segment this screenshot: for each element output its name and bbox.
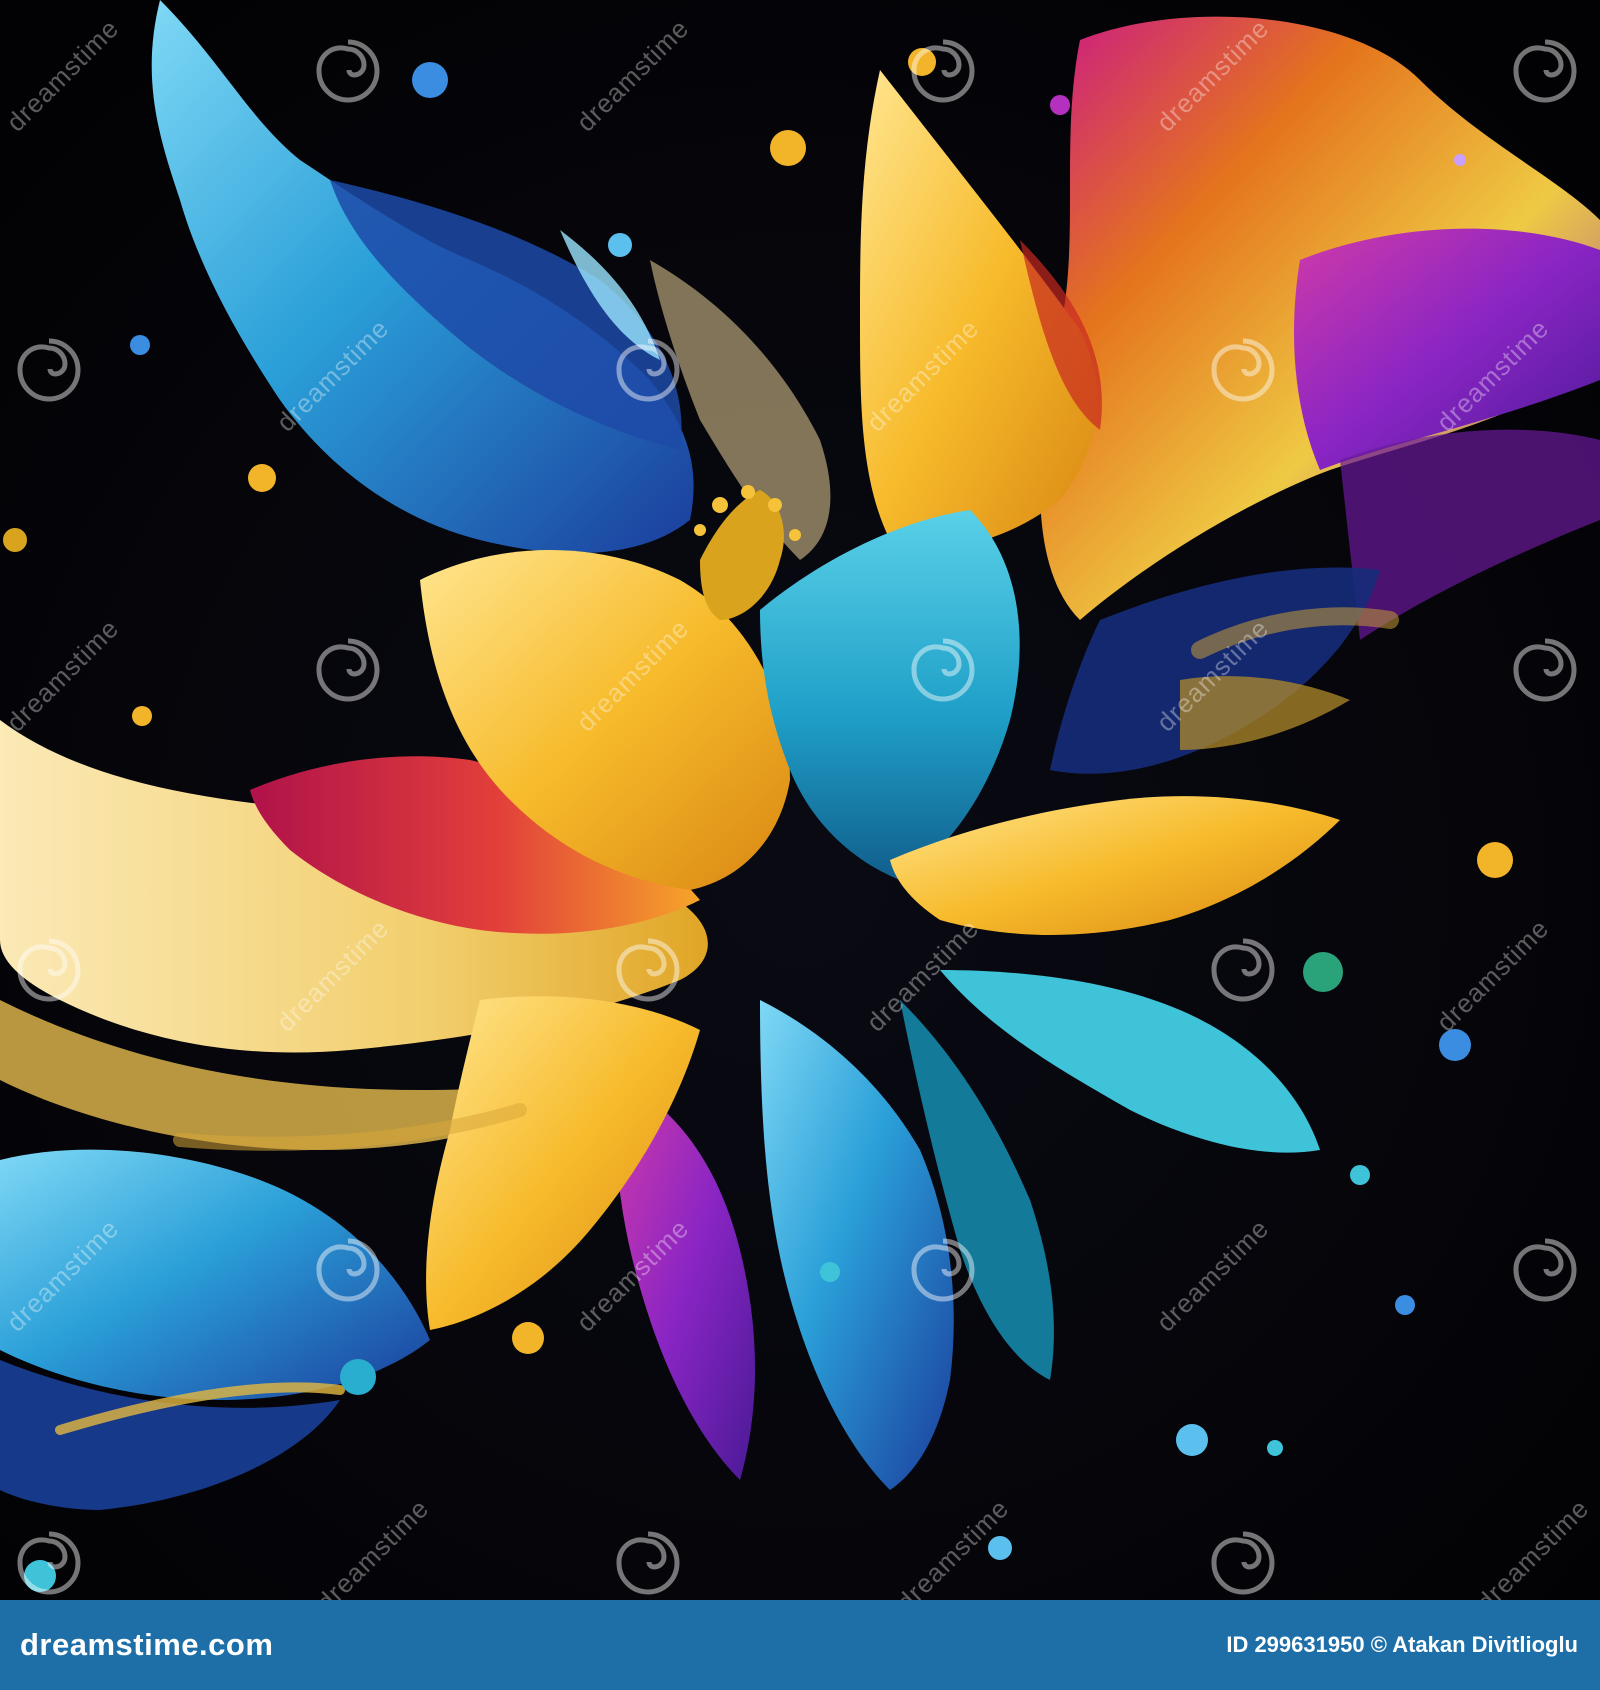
brand-link[interactable]: dreamstime.com	[20, 1627, 273, 1663]
image-id: ID 299631950	[1226, 1632, 1365, 1657]
stock-credit-bar: dreamstime.com ID 299631950 © Atakan Div…	[0, 1600, 1600, 1690]
image-credit: ID 299631950 © Atakan Divitlioglu	[1226, 1632, 1578, 1658]
author-copyright: © Atakan Divitlioglu	[1370, 1632, 1578, 1657]
stock-photo: dreamstime dreamstime dreamstime dreamst…	[0, 0, 1600, 1600]
paint-splash-flower-artwork	[0, 0, 1600, 1600]
